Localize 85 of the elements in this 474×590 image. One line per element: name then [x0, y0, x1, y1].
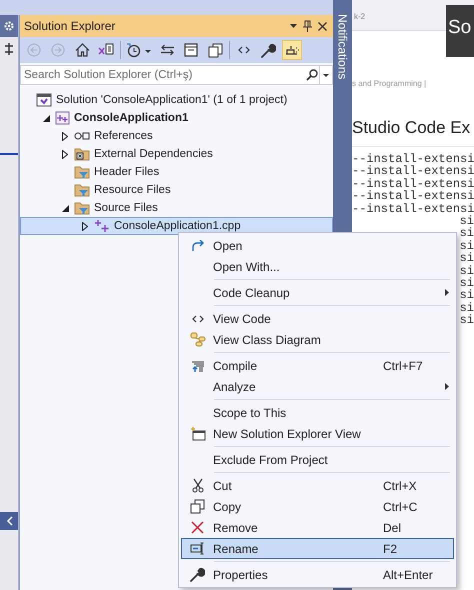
expanded-arrow-icon[interactable]	[42, 114, 50, 122]
code-icon[interactable]	[238, 46, 250, 54]
references-icon	[74, 131, 90, 141]
tree-item[interactable]: ConsoleApplication1	[20, 109, 333, 127]
code-line: si	[460, 227, 474, 240]
expanded-arrow-icon[interactable]	[62, 204, 68, 212]
cpp-file-icon	[94, 219, 110, 233]
preview-icon	[284, 44, 300, 56]
redo-arrow-icon	[190, 240, 204, 252]
copy-icon	[190, 499, 205, 514]
menu-item[interactable]: View Code	[181, 308, 454, 329]
home-icon[interactable]	[74, 43, 90, 57]
filter-folder-icon	[74, 183, 90, 197]
menu-item[interactable]: New Solution Explorer View	[181, 423, 454, 444]
banner-text: So	[446, 5, 474, 57]
close-icon[interactable]	[318, 22, 327, 30]
solution-icon	[36, 93, 52, 107]
code-line: si	[460, 314, 474, 327]
breadcrumb-text: s and Programming |	[352, 79, 428, 88]
menu-item[interactable]: Remove Del	[181, 517, 454, 538]
search-icon[interactable]	[306, 69, 318, 81]
code-line: --install-extensi	[352, 190, 474, 203]
project-icon	[55, 111, 70, 125]
search-field[interactable]: Search Solution Explorer (Ctrl+ş)	[24, 69, 305, 81]
page-heading: Studio Code Ex	[352, 118, 474, 147]
search-box[interactable]: Search Solution Explorer (Ctrl+ş)	[20, 65, 333, 85]
code-line: --install-extensi	[352, 153, 474, 166]
filter-folder-icon	[74, 201, 90, 215]
collapse-all-icon[interactable]	[184, 43, 198, 57]
sync-arrows-icon[interactable]	[160, 44, 174, 56]
menu-item[interactable]: View Class Diagram	[181, 329, 454, 350]
code-line: --install-extensi	[352, 202, 474, 216]
code-icon	[192, 314, 204, 322]
collapsed-arrow-icon[interactable]	[62, 150, 68, 158]
compile-icon	[190, 358, 204, 372]
menu-item[interactable]: Exclude From Project	[181, 449, 454, 470]
wrench-icon	[190, 567, 205, 582]
dropdown-icon[interactable]	[290, 24, 297, 28]
rename-icon	[190, 542, 206, 555]
menu-item[interactable]: Open	[181, 235, 454, 256]
folder-icon	[74, 147, 90, 161]
menu-item[interactable]: Copy Ctrl+C	[181, 496, 454, 517]
tree-item[interactable]: ConsoleApplication1.cpp	[20, 217, 333, 235]
collapsed-arrow-icon[interactable]	[62, 132, 68, 140]
code-line: si	[460, 277, 474, 290]
chevron-left-icon[interactable]	[6, 516, 12, 526]
tab-text: k-2	[353, 11, 366, 23]
switch-view-icon[interactable]	[98, 43, 114, 57]
submenu-arrow-icon	[445, 383, 449, 390]
wrench-icon[interactable]	[260, 42, 276, 58]
code-line: --install-extensi	[352, 178, 474, 190]
class-diagram-icon	[190, 332, 206, 347]
menu-item[interactable]: Analyze	[181, 376, 454, 397]
collapsed-arrow-icon[interactable]	[82, 222, 88, 230]
filter-folder-icon	[74, 165, 90, 179]
menu-item[interactable]: Open With...	[181, 256, 454, 277]
menu-item[interactable]: Compile Ctrl+F7	[181, 355, 454, 376]
close-icon	[191, 521, 204, 534]
code-line: si	[460, 264, 474, 278]
dropdown-icon[interactable]	[323, 74, 329, 76]
menu-item[interactable]: Scope to This	[181, 402, 454, 423]
code-line: --install-extensi	[352, 165, 474, 178]
preview-toggle[interactable]	[282, 40, 302, 60]
code-line: si	[460, 240, 474, 252]
tree-item[interactable]: References	[20, 127, 333, 145]
tree-item[interactable]: Source Files	[20, 199, 333, 217]
menu-item[interactable]: Code Cleanup	[181, 282, 454, 303]
panel-title: Solution Explorer	[24, 19, 116, 33]
tree-item[interactable]: Solution 'ConsoleApplication1' (1 of 1 project)	[20, 91, 333, 109]
tree-item[interactable]: Resource Files	[20, 181, 333, 199]
copy-pages-icon[interactable]	[208, 42, 222, 58]
code-line: si	[460, 215, 474, 228]
settings-icon[interactable]	[3, 20, 15, 32]
code-line: si	[460, 252, 474, 265]
scissors-icon	[192, 478, 204, 493]
tree-item[interactable]: Header Files	[20, 163, 333, 181]
menu-item[interactable]: Rename F2	[181, 538, 454, 559]
code-line: si	[460, 289, 474, 302]
code-line: si	[460, 302, 474, 314]
submenu-arrow-icon	[445, 289, 449, 296]
history-icon[interactable]	[126, 42, 152, 58]
menu-item[interactable]: Cut Ctrl+X	[181, 475, 454, 496]
menu-item[interactable]: Properties Alt+Enter	[181, 564, 454, 585]
new-window-icon	[190, 426, 206, 440]
tree-item[interactable]: External Dependencies	[20, 145, 333, 163]
